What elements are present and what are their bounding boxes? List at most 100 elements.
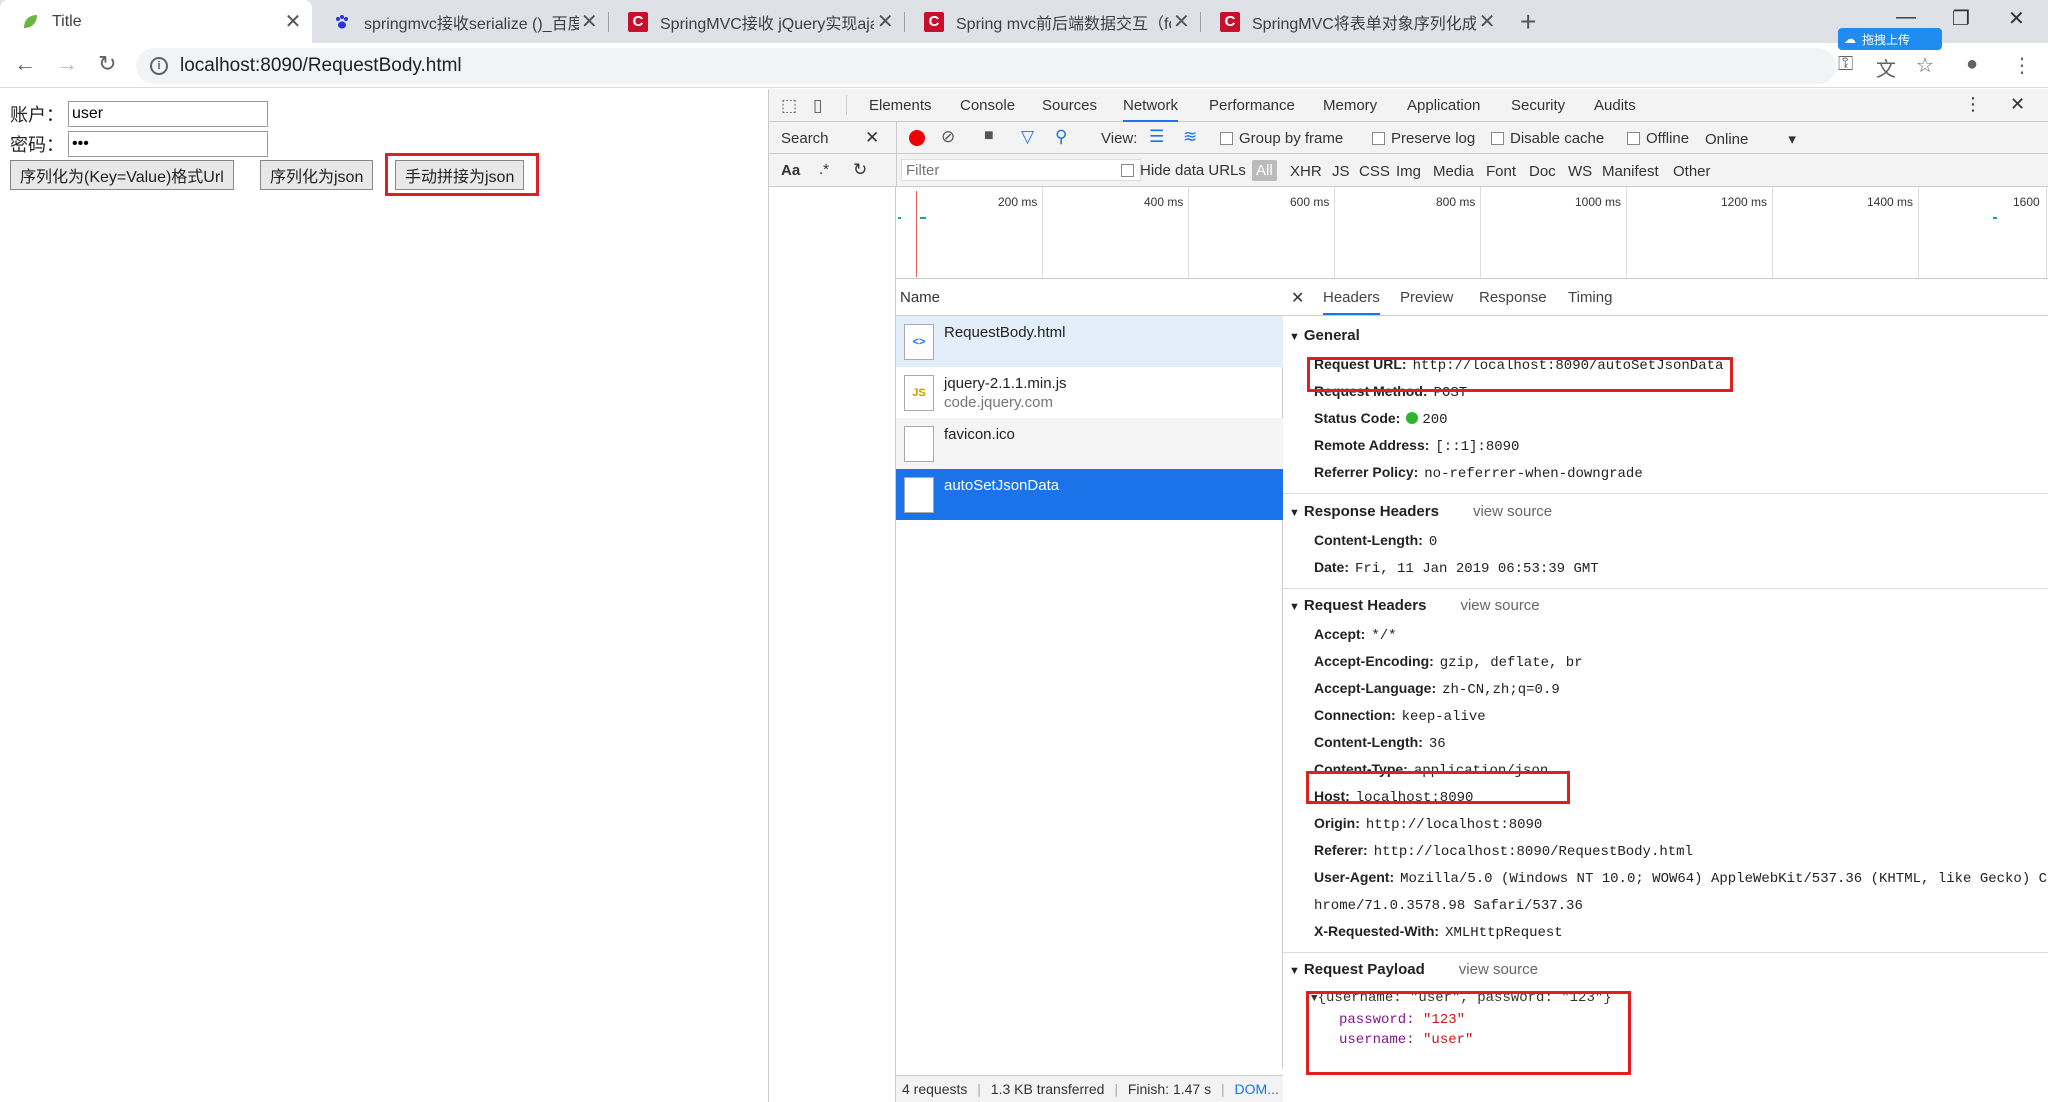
new-tab-icon[interactable]: + <box>1520 6 1536 38</box>
tab-csdn-3[interactable]: C SpringMVC将表单对象序列化成 ✕ <box>1200 0 1506 43</box>
refresh-icon[interactable]: ↻ <box>853 160 867 180</box>
serialize-kv-button[interactable]: 序列化为(Key=Value)格式Url <box>10 160 234 190</box>
header-referrer-policy: Referrer Policy: no-referrer-when-downgra… <box>1314 464 1643 482</box>
match-case-button[interactable]: Aa <box>781 162 800 179</box>
tab-csdn-2[interactable]: C Spring mvc前后端数据交互（fo ✕ <box>904 0 1200 43</box>
filter-media[interactable]: Media <box>1433 163 1474 180</box>
record-icon[interactable] <box>909 130 925 146</box>
chevron-down-icon: ▾ <box>1788 131 1796 148</box>
search-label[interactable]: Search <box>781 130 829 147</box>
highlight-box <box>1306 991 1631 1075</box>
tab-sources[interactable]: Sources <box>1042 97 1097 114</box>
throttling-select[interactable]: Online ▾ <box>1705 130 1796 148</box>
filter-input[interactable] <box>901 159 1141 181</box>
waterfall-icon[interactable]: ≋ <box>1183 127 1197 147</box>
translate-icon[interactable]: 文 <box>1876 53 1896 82</box>
search-close-icon[interactable]: ✕ <box>865 128 879 148</box>
browser-toolbar: ← → ↻ i localhost:8090/RequestBody.html … <box>0 43 2048 88</box>
request-list: Name <> RequestBody.html JS jquery-2.1.1… <box>896 279 1283 1069</box>
filter-xhr[interactable]: XHR <box>1290 163 1322 180</box>
baidu-upload-button[interactable]: ☁ 拖拽上传 <box>1838 28 1942 50</box>
key-icon[interactable]: ⚿ <box>1838 53 1853 76</box>
close-details-icon[interactable]: ✕ <box>1291 288 1304 308</box>
tab-application[interactable]: Application <box>1407 97 1480 114</box>
tab-strip: Title ✕ springmvc接收serialize ()_百度 ✕ C S… <box>0 0 2048 43</box>
tab-security[interactable]: Security <box>1511 97 1565 114</box>
filter-doc[interactable]: Doc <box>1529 163 1556 180</box>
info-icon[interactable]: i <box>150 57 168 75</box>
request-row[interactable]: JS jquery-2.1.1.min.js code.jquery.com <box>896 367 1283 418</box>
request-headers-section-header[interactable]: ▼ Request Headers view source <box>1289 597 1540 614</box>
request-row-selected[interactable]: autoSetJsonData <box>896 469 1283 520</box>
name-column-header[interactable]: Name <box>896 279 1283 316</box>
filter-manifest[interactable]: Manifest <box>1602 163 1659 180</box>
password-input[interactable] <box>68 131 268 157</box>
reload-icon[interactable]: ↻ <box>98 51 116 77</box>
filter-all[interactable]: All <box>1252 160 1277 181</box>
filter-ws[interactable]: WS <box>1568 163 1592 180</box>
filter-icon[interactable]: ▽ <box>1021 127 1034 147</box>
address-bar[interactable]: i localhost:8090/RequestBody.html <box>136 48 1836 84</box>
expand-triangle-icon: ▼ <box>1289 965 1300 977</box>
tab-close-icon[interactable]: ✕ <box>1171 9 1192 34</box>
tab-csdn-1[interactable]: C SpringMVC接收 jQuery实现aja ✕ <box>608 0 904 43</box>
devtools-menu-icon[interactable]: ⋮ <box>1964 94 1982 115</box>
menu-icon[interactable]: ⋮ <box>2012 53 2032 78</box>
filter-js[interactable]: JS <box>1332 163 1350 180</box>
tab-close-icon[interactable]: ✕ <box>579 9 600 34</box>
tab-network[interactable]: Network <box>1123 97 1179 122</box>
request-row[interactable]: <> RequestBody.html <box>896 316 1283 367</box>
large-rows-icon[interactable]: ☰ <box>1149 127 1164 147</box>
view-source-link[interactable]: view source <box>1473 503 1552 520</box>
tab-elements[interactable]: Elements <box>869 97 932 114</box>
regex-button[interactable]: .* <box>819 161 829 178</box>
general-section-header[interactable]: ▼ General <box>1289 327 1360 344</box>
disable-cache-checkbox[interactable]: Disable cache <box>1491 130 1604 147</box>
inspect-icon[interactable]: ⬚ <box>781 96 797 116</box>
network-overview-timeline[interactable]: 200 ms 400 ms 600 ms 800 ms 1000 ms 1200… <box>896 187 2048 279</box>
tab-preview[interactable]: Preview <box>1400 289 1453 306</box>
clear-icon[interactable]: ⊘ <box>941 127 955 147</box>
tab-performance[interactable]: Performance <box>1209 97 1295 114</box>
restore-icon[interactable]: ❐ <box>1952 6 1970 31</box>
close-window-icon[interactable]: ✕ <box>2008 6 2025 31</box>
filter-font[interactable]: Font <box>1486 163 1516 180</box>
request-payload-section-header[interactable]: ▼ Request Payload view source <box>1289 961 1538 978</box>
request-row[interactable]: favicon.ico <box>896 418 1283 469</box>
devtools-close-icon[interactable]: ✕ <box>2010 94 2025 115</box>
forward-icon[interactable]: → <box>56 51 78 77</box>
preserve-log-checkbox[interactable]: Preserve log <box>1372 130 1475 147</box>
filter-css[interactable]: CSS <box>1359 163 1390 180</box>
screenshot-camera-icon[interactable]: ■ <box>984 127 994 145</box>
minimize-icon[interactable]: — <box>1896 6 1916 29</box>
offline-checkbox[interactable]: Offline <box>1627 130 1689 147</box>
tab-response[interactable]: Response <box>1479 289 1547 306</box>
dom-content-loaded-link[interactable]: DOM... <box>1235 1081 1279 1097</box>
view-source-link[interactable]: view source <box>1459 961 1538 978</box>
search-icon[interactable]: ⚲ <box>1055 127 1067 147</box>
tab-close-icon[interactable]: ✕ <box>874 9 896 34</box>
account-input[interactable] <box>68 101 268 127</box>
tab-timing[interactable]: Timing <box>1568 289 1612 306</box>
tab-headers[interactable]: Headers <box>1323 289 1380 315</box>
header-user-agent-cont: hrome/71.0.3578.98 Safari/537.36 <box>1314 898 1583 914</box>
account-icon[interactable]: ● <box>1966 53 1978 76</box>
serialize-json-button[interactable]: 序列化为json <box>260 160 374 190</box>
filter-img[interactable]: Img <box>1396 163 1421 180</box>
group-by-frame-checkbox[interactable]: Group by frame <box>1220 130 1343 147</box>
hide-data-urls-checkbox[interactable]: Hide data URLs <box>1121 162 1246 179</box>
bookmark-star-icon[interactable]: ☆ <box>1916 53 1934 78</box>
back-icon[interactable]: ← <box>14 51 36 77</box>
tab-console[interactable]: Console <box>960 97 1015 114</box>
device-toolbar-icon[interactable]: ▯ <box>813 96 822 116</box>
view-source-link[interactable]: view source <box>1460 597 1539 614</box>
tab-close-icon[interactable]: ✕ <box>1476 9 1498 34</box>
response-headers-section-header[interactable]: ▼ Response Headers view source <box>1289 503 1552 520</box>
tab-baidu[interactable]: springmvc接收serialize ()_百度 ✕ <box>312 0 608 43</box>
tab-audits[interactable]: Audits <box>1594 97 1636 114</box>
header-status-code: Status Code: 200 <box>1314 410 1448 428</box>
filter-other[interactable]: Other <box>1673 163 1711 180</box>
tab-memory[interactable]: Memory <box>1323 97 1377 114</box>
tab-title[interactable]: Title ✕ <box>0 0 312 43</box>
tab-close-icon[interactable]: ✕ <box>282 9 304 34</box>
